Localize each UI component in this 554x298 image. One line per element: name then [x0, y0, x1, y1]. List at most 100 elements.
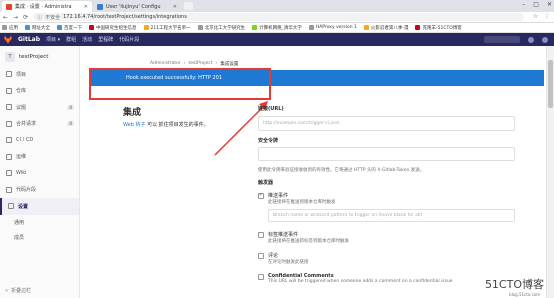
- bookmark-icon: [89, 25, 94, 30]
- bookmark-item[interactable]: 北京化工大学研究生: [197, 25, 245, 31]
- flash-notice-banner: Hook executed successfully: HTTP 201: [91, 70, 544, 86]
- url-field[interactable]: http://example.com/trigger-ci.json: [258, 116, 515, 131]
- trigger-push-events[interactable]: ✓ 推送事件 此链接将在推送到版本仓库时触发: [258, 192, 515, 205]
- url-placeholder: http://example.com/trigger-ci.json: [263, 121, 340, 126]
- header-search-input[interactable]: [484, 36, 520, 43]
- sidebar-subitem-members[interactable]: 成员: [0, 230, 79, 245]
- scrollbar-thumb[interactable]: [548, 60, 553, 108]
- tab-label: User 'liujinyu' Configu: [106, 3, 161, 10]
- gitlab-favicon-icon: [6, 3, 12, 10]
- bookmark-label: 211工程大学名单一: [150, 25, 191, 31]
- collapse-sidebar-button[interactable]: « 折叠边栏: [5, 287, 32, 295]
- bookmark-icon: [197, 25, 203, 30]
- breadcrumb-item[interactable]: Administrator: [150, 61, 181, 67]
- star-icon[interactable]: ☆: [533, 13, 538, 20]
- bookmark-icon: [363, 25, 369, 30]
- trigger-confidential-comments[interactable]: Confidential Comments This URL will be t…: [258, 273, 515, 284]
- minimize-icon[interactable]: –: [522, 1, 525, 8]
- sidebar-item-wiki[interactable]: Wiki: [0, 165, 79, 182]
- bookmark-label: 百度一下: [64, 25, 82, 31]
- sidebar-item-label: 仓库: [16, 88, 27, 95]
- trigger-help: This URL will be triggered when someone …: [268, 279, 453, 284]
- project-sidebar: T testProject 项目 仓库 议题 0 合并请求 0 CI / CD 运维…: [0, 46, 80, 298]
- sidebar-item-ci-cd[interactable]: CI / CD: [0, 132, 79, 149]
- bookmark-item[interactable]: 计算机网络_清华大学: [252, 25, 302, 31]
- gear-icon: [8, 203, 14, 210]
- sidebar-item-label: 议题: [16, 104, 27, 111]
- menu-icon[interactable]: ⋮: [544, 13, 550, 20]
- close-tab-icon[interactable]: ✕: [84, 4, 88, 10]
- nav-projects[interactable]: 项目 ▾: [46, 36, 60, 43]
- token-help: 使用此令牌来验证接收收到的有效性。它将通过 HTTP 头的 X-Gitlab-T…: [258, 168, 425, 173]
- security-label: 不安全: [45, 14, 61, 21]
- back-icon[interactable]: ←: [3, 14, 8, 21]
- bookmark-item[interactable]: 百度一下: [57, 25, 82, 31]
- sidebar-subitem-general[interactable]: 通用: [0, 215, 79, 230]
- secret-token-field[interactable]: [258, 147, 515, 161]
- push-events-checkbox[interactable]: ✓: [258, 192, 264, 199]
- plus-icon[interactable]: [528, 36, 534, 43]
- page-scrollbar[interactable]: [546, 46, 554, 298]
- sidebar-item-operations[interactable]: 运维: [0, 149, 79, 166]
- bookmark-label: 火影忍者第八季-漫: [370, 25, 409, 31]
- url-label: 链接(URL): [258, 106, 284, 112]
- new-tab-button[interactable]: [184, 2, 193, 10]
- info-icon[interactable]: ⓘ: [37, 14, 42, 21]
- sidebar-item-label: Wiki: [16, 170, 27, 177]
- apps-icon: [2, 25, 7, 30]
- window-controls: – □ ✕: [522, 1, 552, 8]
- webhooks-link[interactable]: Web 钩子: [123, 122, 146, 128]
- bookmark-icon: [415, 25, 421, 30]
- bookmark-item[interactable]: 克隆羊-51CTO博客: [415, 25, 462, 31]
- browser-tab-bar: 集成 · 设置 · Administra ✕ User 'liujinyu' C…: [0, 0, 554, 12]
- project-avatar: T: [5, 52, 15, 62]
- bookmark-item[interactable]: 火影忍者第八季-漫: [363, 25, 409, 31]
- sidebar-item-merge-requests[interactable]: 合并请求 0: [0, 116, 79, 133]
- section-description: Web 钩子 可以 抓住项目发生的事件。: [123, 121, 209, 128]
- bookmark-item[interactable]: 中国研究生招生信息: [89, 25, 137, 31]
- bookmark-item[interactable]: 211工程大学名单一: [143, 25, 191, 31]
- bookmark-icon: [57, 25, 62, 30]
- webhook-form: 链接(URL) http://example.com/trigger-ci.js…: [258, 105, 515, 284]
- gitlab-brand[interactable]: GitLab: [18, 36, 40, 43]
- nav-groups[interactable]: 群组: [66, 36, 76, 43]
- bookmark-icon: [143, 25, 149, 30]
- gitlab-header: GitLab 项目 ▾ 群组 活动 里程碑 代码片段: [0, 33, 554, 46]
- sidebar-item-settings[interactable]: 设置: [0, 198, 79, 215]
- gitlab-logo-icon[interactable]: [4, 35, 12, 44]
- trigger-tag-push-events[interactable]: 标签推送事件 此链接将在推送新标签到版本仓库时触发: [258, 231, 515, 244]
- browser-tab[interactable]: User 'liujinyu' Configu ✕: [93, 1, 181, 12]
- bookmark-icon: [25, 25, 30, 30]
- reload-icon[interactable]: ⟳: [23, 14, 28, 21]
- url-input[interactable]: ⓘ 不安全 172.16.4.74/root/testProject/setti…: [33, 13, 524, 21]
- bookmark-item[interactable]: 网址大全: [25, 25, 50, 31]
- browser-tab-active[interactable]: 集成 · 设置 · Administra ✕: [2, 1, 92, 12]
- comments-checkbox[interactable]: [258, 252, 264, 259]
- trigger-comments[interactable]: 评论 在评论时触发此链接: [258, 252, 515, 265]
- bookmark-item[interactable]: HAProxy version 1: [308, 25, 357, 30]
- sidebar-item-repository[interactable]: 仓库: [0, 83, 79, 100]
- confidential-comments-checkbox[interactable]: [258, 273, 264, 280]
- bookmark-label: 应用: [9, 25, 18, 31]
- page-favicon-icon: [97, 3, 103, 10]
- breadcrumb-item[interactable]: testProject: [189, 61, 213, 67]
- maximize-icon[interactable]: □: [533, 1, 539, 8]
- breadcrumb-current[interactable]: 集成设置: [220, 61, 238, 67]
- tag-push-checkbox[interactable]: [258, 231, 264, 238]
- bookmark-item[interactable]: 应用: [2, 25, 18, 31]
- nav-milestones[interactable]: 里程碑: [98, 36, 113, 43]
- nav-snippets[interactable]: 代码片段: [119, 36, 139, 43]
- close-tab-icon[interactable]: ✕: [173, 4, 177, 10]
- branch-filter-input[interactable]: Branch name or wildcard pattern to trigg…: [268, 209, 515, 222]
- close-window-icon[interactable]: ✕: [547, 1, 552, 8]
- forward-icon[interactable]: →: [13, 14, 18, 21]
- sidebar-item-issues[interactable]: 议题 0: [0, 99, 79, 116]
- sidebar-item-project[interactable]: 项目: [0, 66, 79, 83]
- nav-activity[interactable]: 活动: [82, 36, 92, 43]
- sidebar-item-snippets[interactable]: 代码片段: [0, 182, 79, 199]
- collapse-label: 折叠边栏: [11, 288, 32, 294]
- sidebar-item-label: 设置: [18, 203, 29, 210]
- sidebar-project-header[interactable]: T testProject: [0, 46, 79, 66]
- bookmark-label: 计算机网络_清华大学: [259, 25, 302, 31]
- avatar[interactable]: [542, 36, 548, 43]
